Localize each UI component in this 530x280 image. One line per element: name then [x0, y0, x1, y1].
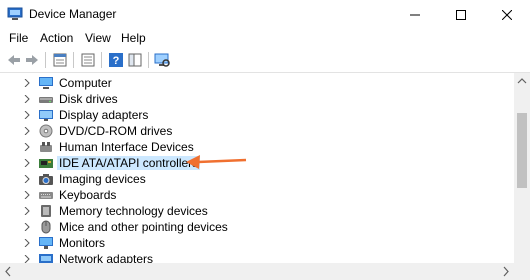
menu-bar: File Action View Help	[0, 29, 530, 48]
minimize-icon	[410, 14, 420, 15]
tree-item-keyboards[interactable]: Keyboards	[0, 187, 514, 203]
tree-item-label: Mice and other pointing devices	[59, 220, 228, 234]
tree-item-display-adapters[interactable]: Display adapters	[0, 107, 514, 123]
chevron-right-icon[interactable]	[23, 143, 31, 151]
keyboard-icon	[39, 192, 53, 199]
tree-item-dvd-cd-rom-drives[interactable]: DVD/CD-ROM drives	[0, 123, 514, 139]
vertical-scrollbar-thumb[interactable]	[517, 113, 527, 188]
tree-item-human-interface-devices[interactable]: Human Interface Devices	[0, 139, 514, 155]
forward-button[interactable]	[24, 52, 40, 68]
vertical-scrollbar[interactable]	[514, 73, 530, 263]
menu-action[interactable]: Action	[40, 31, 73, 45]
title-bar: Device Manager	[0, 0, 530, 30]
disk-drive-icon	[39, 97, 53, 103]
mouse-icon	[41, 220, 51, 234]
tree-item-label: Network adapters	[59, 252, 154, 263]
tree-item-label: DVD/CD-ROM drives	[59, 124, 173, 138]
tree-item-monitors[interactable]: Monitors	[0, 235, 514, 251]
tree-item-label: Monitors	[59, 236, 106, 250]
chevron-right-icon[interactable]	[23, 255, 31, 263]
scroll-up-icon[interactable]	[514, 75, 530, 87]
tree-item-ide-ata-atapi-controllers[interactable]: IDE ATA/ATAPI controllers	[0, 155, 514, 171]
display-adapter-icon	[39, 110, 53, 121]
tree-item-label: IDE ATA/ATAPI controllers	[57, 156, 201, 170]
tree-item-label: Memory technology devices	[59, 204, 208, 218]
tree-item-network-adapters[interactable]: Network adapters	[0, 251, 514, 263]
tree-item-mice-and-other-pointing-devices[interactable]: Mice and other pointing devices	[0, 219, 514, 235]
tree-item-label: Imaging devices	[59, 172, 146, 186]
window-title: Device Manager	[29, 7, 117, 21]
toolbar-separator	[45, 52, 46, 68]
tree-item-imaging-devices[interactable]: Imaging devices	[0, 171, 514, 187]
tree-item-label: Computer	[59, 76, 112, 90]
scroll-right-icon[interactable]	[500, 263, 512, 280]
tree-item-label: Disk drives	[59, 92, 118, 106]
chevron-right-icon[interactable]	[23, 159, 31, 167]
monitor-scan-icon	[154, 53, 170, 67]
tree-item-label: Keyboards	[59, 188, 117, 202]
console-tree-icon	[81, 53, 95, 67]
chevron-right-icon[interactable]	[23, 207, 31, 215]
forward-icon	[26, 55, 38, 65]
memory-icon	[41, 205, 51, 217]
scrollbar-corner	[514, 263, 530, 280]
menu-view[interactable]: View	[85, 31, 111, 45]
chevron-right-icon[interactable]	[23, 127, 31, 135]
toolbar: ?	[0, 48, 530, 73]
tree-item-label: Human Interface Devices	[59, 140, 194, 154]
monitor-icon	[39, 237, 53, 249]
hid-icon	[40, 142, 52, 152]
tree-item-computer[interactable]: Computer	[0, 75, 514, 91]
toolbar-separator	[148, 52, 149, 68]
close-icon	[502, 9, 512, 20]
chevron-right-icon[interactable]	[23, 239, 31, 247]
minimize-button[interactable]	[392, 0, 438, 29]
help-button[interactable]: ?	[108, 52, 124, 68]
scroll-left-icon[interactable]	[2, 263, 14, 280]
chevron-right-icon[interactable]	[23, 111, 31, 119]
tree-item-label: Display adapters	[59, 108, 149, 122]
back-button[interactable]	[6, 52, 22, 68]
chevron-right-icon[interactable]	[23, 95, 31, 103]
toolbar-separator	[73, 52, 74, 68]
camera-icon	[39, 174, 53, 185]
menu-help[interactable]: Help	[121, 31, 146, 45]
view-toggle-icon	[128, 53, 142, 67]
device-tree: Computer Disk drives Display adapters DV…	[0, 73, 514, 263]
back-icon	[8, 55, 20, 65]
ide-controller-icon	[39, 159, 53, 168]
horizontal-scrollbar[interactable]	[0, 263, 514, 280]
toolbar-separator	[101, 52, 102, 68]
tree-item-memory-technology-devices[interactable]: Memory technology devices	[0, 203, 514, 219]
chevron-right-icon[interactable]	[23, 175, 31, 183]
properties-button[interactable]	[52, 52, 68, 68]
dvd-drive-icon	[39, 124, 53, 138]
device-manager-app-icon	[7, 7, 23, 20]
maximize-icon	[456, 9, 466, 20]
chevron-right-icon[interactable]	[23, 79, 31, 87]
computer-icon	[39, 77, 53, 89]
svg-text:?: ?	[113, 55, 120, 67]
chevron-right-icon[interactable]	[23, 191, 31, 199]
close-button[interactable]	[484, 0, 530, 29]
properties-icon	[53, 53, 67, 67]
help-icon: ?	[109, 53, 123, 67]
tree-item-disk-drives[interactable]: Disk drives	[0, 91, 514, 107]
maximize-button[interactable]	[438, 0, 484, 29]
chevron-right-icon[interactable]	[23, 223, 31, 231]
console-tree-button[interactable]	[80, 52, 96, 68]
view-toggle-button[interactable]	[127, 52, 143, 68]
scan-hardware-button[interactable]	[154, 52, 170, 68]
network-icon	[39, 254, 53, 263]
menu-file[interactable]: File	[9, 31, 28, 45]
